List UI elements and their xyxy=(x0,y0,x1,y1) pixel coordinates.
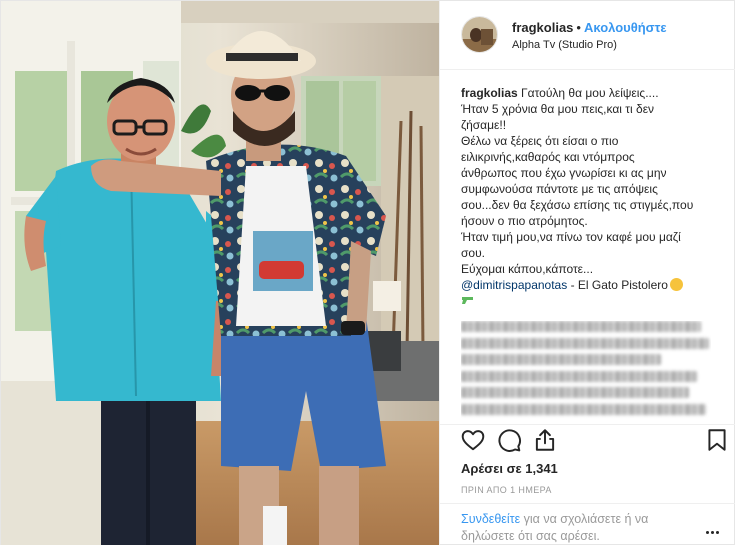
caption-line: ζήσαμε!! xyxy=(461,118,507,132)
blurred-line xyxy=(461,370,697,382)
caption-line-0: fragkolias Γατούλη θα μου λείψεις.... xyxy=(461,85,729,101)
post-caption: fragkolias Γατούλη θα μου λείψεις.... Ήτ… xyxy=(461,85,729,305)
avatar-image xyxy=(462,17,497,52)
caption-line: σου...δεν θα ξεχάσω επίσης τις στιγμές,π… xyxy=(461,198,694,212)
action-bar xyxy=(456,427,732,457)
share-icon xyxy=(535,429,555,451)
post-photo[interactable] xyxy=(1,1,439,545)
blurred-line xyxy=(461,354,661,365)
caption-mention-line: @dimitrispapanotas - El Gato Pistolero xyxy=(461,277,729,293)
more-options-button[interactable] xyxy=(706,521,726,534)
likes-count[interactable]: Αρέσει σε 1,341 xyxy=(461,461,558,476)
login-divider xyxy=(440,503,735,504)
heart-icon xyxy=(461,430,485,451)
blurred-comments xyxy=(461,321,711,421)
mention-link[interactable]: @dimitrispapanotas xyxy=(461,278,567,292)
caption-line: Ήταν τιμή μου,να πίνω τον καφέ μου μαζί xyxy=(461,230,681,244)
comment-icon xyxy=(498,429,521,452)
more-options-icon xyxy=(706,531,709,534)
mention-suffix: - El Gato Pistolero xyxy=(567,278,668,292)
post-timestamp[interactable]: ΠΡΙΝ ΑΠΟ 1 ΗΜΕΡΑ xyxy=(461,485,552,495)
caption-line: ήσουν ο πιο ατρόμητος. xyxy=(461,214,588,228)
caption-line: Ήταν 5 χρόνια θα μου πεις,και τι δεν xyxy=(461,102,655,116)
water-pistol-emoji-icon xyxy=(462,297,473,304)
save-button[interactable] xyxy=(704,427,732,455)
instagram-post: fragkolias • Ακολουθήστε Alpha Tv (Studio … xyxy=(0,0,735,545)
cat-face-emoji-icon xyxy=(669,278,683,291)
login-link[interactable]: Συνδεθείτε xyxy=(461,512,520,526)
share-button[interactable] xyxy=(532,427,560,455)
blurred-line xyxy=(461,403,706,415)
actions-divider xyxy=(440,424,735,425)
post-details-panel: fragkolias • Ακολουθήστε Alpha Tv (Studio … xyxy=(439,1,735,545)
caption-username[interactable]: fragkolias xyxy=(461,86,518,100)
avatar[interactable] xyxy=(461,16,498,53)
caption-line: Θέλω να ξέρεις ότι είσαι ο πιο xyxy=(461,134,619,148)
comment-button[interactable] xyxy=(496,427,524,455)
location-link[interactable]: Alpha Tv (Studio Pro) xyxy=(512,39,617,51)
caption-line: άνθρωπος που έχω γνωρίσει κι ας μην xyxy=(461,166,667,180)
caption-line: ειλικρινής,καθαρός και ντόμπρος xyxy=(461,150,635,164)
login-prompt: Συνδεθείτε για να σχολιάσετε ή να δηλώσε… xyxy=(461,511,686,545)
photo-image xyxy=(1,1,439,545)
blurred-line xyxy=(461,321,701,332)
caption-line: Εύχομαι κάπου,κάποτε... xyxy=(461,262,594,276)
caption-line: σου. xyxy=(461,246,485,260)
like-button[interactable] xyxy=(460,427,488,455)
blurred-line xyxy=(461,387,689,398)
blurred-line xyxy=(461,337,709,349)
header-username-row: fragkolias • Ακολουθήστε xyxy=(512,20,667,35)
post-header: fragkolias • Ακολουθήστε Alpha Tv (Studio … xyxy=(440,1,735,70)
caption-line: συμφωνούσα πάντοτε με τις απόψεις xyxy=(461,182,658,196)
caption-text: Γατούλη θα μου λείψεις.... xyxy=(521,86,659,100)
username-link[interactable]: fragkolias xyxy=(512,20,573,35)
separator-dot: • xyxy=(576,20,581,35)
follow-button[interactable]: Ακολουθήστε xyxy=(584,20,667,35)
bookmark-icon xyxy=(708,429,726,451)
